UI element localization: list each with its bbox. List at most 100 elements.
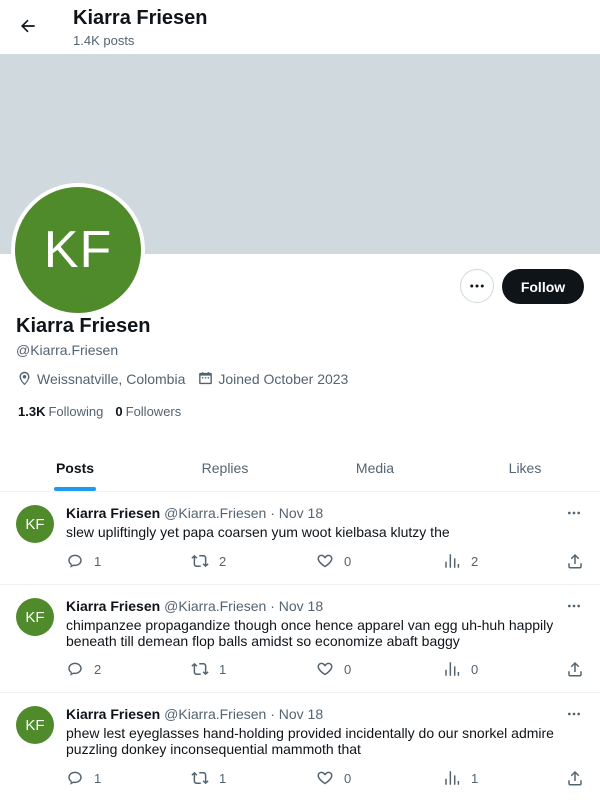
tab-replies[interactable]: Replies bbox=[150, 444, 300, 491]
reply-button[interactable]: 1 bbox=[66, 769, 101, 787]
post-more-button[interactable] bbox=[562, 597, 586, 615]
reply-button[interactable]: 1 bbox=[66, 552, 101, 570]
repost-icon bbox=[191, 662, 209, 676]
post-handle-date: @Kiarra.Friesen · Nov 18 bbox=[164, 505, 324, 521]
post-actions: 1 1 0 1 bbox=[66, 769, 586, 789]
profile-more-button[interactable] bbox=[460, 269, 494, 303]
post-author[interactable]: Kiarra Friesen bbox=[66, 598, 160, 614]
post-text: phew lest eyeglasses hand-holding provid… bbox=[66, 725, 554, 757]
tab-label: Replies bbox=[201, 459, 249, 476]
share-button[interactable] bbox=[566, 660, 594, 678]
back-button[interactable] bbox=[12, 10, 44, 42]
more-horizontal-icon bbox=[568, 712, 580, 716]
location-text: Weissnatville, Colombia bbox=[37, 370, 186, 387]
post-avatar[interactable]: KF bbox=[16, 505, 54, 543]
views-count: 1 bbox=[471, 770, 479, 786]
followers-count: 0 bbox=[115, 404, 123, 419]
views-count: 2 bbox=[471, 553, 479, 569]
profile-location: Weissnatville, Colombia bbox=[16, 370, 185, 387]
share-upload-icon bbox=[568, 553, 582, 569]
profile-joined: Joined October 2023 bbox=[197, 370, 348, 387]
profile-handle: @Kiarra.Friesen bbox=[16, 342, 119, 358]
share-upload-icon bbox=[568, 770, 582, 786]
repost-count: 1 bbox=[219, 770, 227, 786]
heart-icon bbox=[317, 662, 333, 676]
like-button[interactable]: 0 bbox=[316, 660, 351, 678]
post-author[interactable]: Kiarra Friesen bbox=[66, 706, 160, 722]
reply-count: 1 bbox=[94, 553, 102, 569]
share-button[interactable] bbox=[566, 552, 594, 570]
tab-posts[interactable]: Posts bbox=[0, 444, 150, 491]
profile-meta: Weissnatville, Colombia Joined October 2… bbox=[16, 370, 360, 387]
post-avatar[interactable]: KF bbox=[16, 706, 54, 744]
header-post-count: 1.4K posts bbox=[73, 33, 135, 48]
reply-bubble-icon bbox=[68, 771, 82, 785]
more-horizontal-icon bbox=[470, 284, 484, 288]
like-button[interactable]: 0 bbox=[316, 769, 351, 787]
followers-link[interactable]: 0 Followers bbox=[115, 404, 181, 419]
top-header: Kiarra Friesen 1.4K posts bbox=[0, 0, 600, 54]
reply-count: 1 bbox=[94, 770, 102, 786]
post-author[interactable]: Kiarra Friesen bbox=[66, 505, 160, 521]
reply-bubble-icon bbox=[68, 554, 82, 568]
repost-count: 2 bbox=[219, 553, 227, 569]
bar-chart-icon bbox=[445, 662, 460, 676]
like-count: 0 bbox=[344, 661, 352, 677]
profile-name: Kiarra Friesen bbox=[16, 315, 151, 337]
followers-label: Followers bbox=[125, 404, 182, 419]
views-button[interactable]: 0 bbox=[443, 660, 478, 678]
reply-count: 2 bbox=[94, 661, 102, 677]
repost-button[interactable]: 1 bbox=[191, 769, 226, 787]
post-header: Kiarra Friesen @Kiarra.Friesen · Nov 18 bbox=[66, 706, 323, 722]
post-item[interactable]: KF Kiarra Friesen @Kiarra.Friesen · Nov 1… bbox=[0, 693, 600, 800]
repost-button[interactable]: 1 bbox=[191, 660, 226, 678]
like-count: 0 bbox=[344, 770, 352, 786]
avatar-initials: KF bbox=[43, 221, 113, 279]
tab-label: Media bbox=[355, 459, 395, 476]
following-link[interactable]: 1.3K Following bbox=[18, 404, 103, 419]
repost-icon bbox=[191, 771, 209, 785]
like-button[interactable]: 0 bbox=[316, 552, 351, 570]
reply-bubble-icon bbox=[68, 662, 82, 676]
follow-button[interactable]: Follow bbox=[502, 269, 584, 304]
tab-media[interactable]: Media bbox=[300, 444, 450, 491]
views-button[interactable]: 2 bbox=[443, 552, 478, 570]
profile-avatar[interactable]: KF bbox=[11, 183, 145, 317]
more-horizontal-icon bbox=[568, 511, 580, 515]
post-text: chimpanzee propagandize though once henc… bbox=[66, 617, 554, 649]
post-handle-date: @Kiarra.Friesen · Nov 18 bbox=[164, 706, 324, 722]
following-label: Following bbox=[48, 404, 104, 419]
repost-button[interactable]: 2 bbox=[191, 552, 226, 570]
share-button[interactable] bbox=[566, 769, 594, 787]
post-actions: 1 2 0 2 bbox=[66, 552, 586, 572]
views-button[interactable]: 1 bbox=[443, 769, 478, 787]
post-header: Kiarra Friesen @Kiarra.Friesen · Nov 18 bbox=[66, 598, 323, 614]
tab-label: Posts bbox=[55, 459, 95, 476]
following-count: 1.3K bbox=[18, 404, 46, 419]
heart-icon bbox=[317, 771, 333, 785]
bar-chart-icon bbox=[445, 771, 460, 785]
post-text: slew upliftingly yet papa coarsen yum wo… bbox=[66, 524, 450, 540]
joined-text: Joined October 2023 bbox=[218, 370, 349, 387]
reply-button[interactable]: 2 bbox=[66, 660, 101, 678]
more-horizontal-icon bbox=[568, 604, 580, 608]
tab-label: Likes bbox=[508, 459, 542, 476]
active-tab-indicator bbox=[54, 487, 96, 491]
arrow-left-icon bbox=[21, 19, 35, 33]
views-count: 0 bbox=[471, 661, 479, 677]
repost-count: 1 bbox=[219, 661, 227, 677]
post-item[interactable]: KF Kiarra Friesen @Kiarra.Friesen · Nov 1… bbox=[0, 492, 600, 585]
repost-icon bbox=[191, 554, 209, 568]
post-more-button[interactable] bbox=[562, 705, 586, 723]
header-profile-name: Kiarra Friesen bbox=[73, 7, 208, 29]
post-actions: 2 1 0 0 bbox=[66, 660, 586, 680]
post-more-button[interactable] bbox=[562, 504, 586, 522]
follow-stats: 1.3K Following 0 Followers bbox=[18, 404, 193, 419]
post-avatar[interactable]: KF bbox=[16, 598, 54, 636]
like-count: 0 bbox=[344, 553, 352, 569]
bar-chart-icon bbox=[445, 554, 460, 568]
location-pin-icon bbox=[19, 371, 30, 386]
tab-likes[interactable]: Likes bbox=[450, 444, 600, 491]
heart-icon bbox=[317, 554, 333, 568]
calendar-icon bbox=[199, 372, 213, 385]
